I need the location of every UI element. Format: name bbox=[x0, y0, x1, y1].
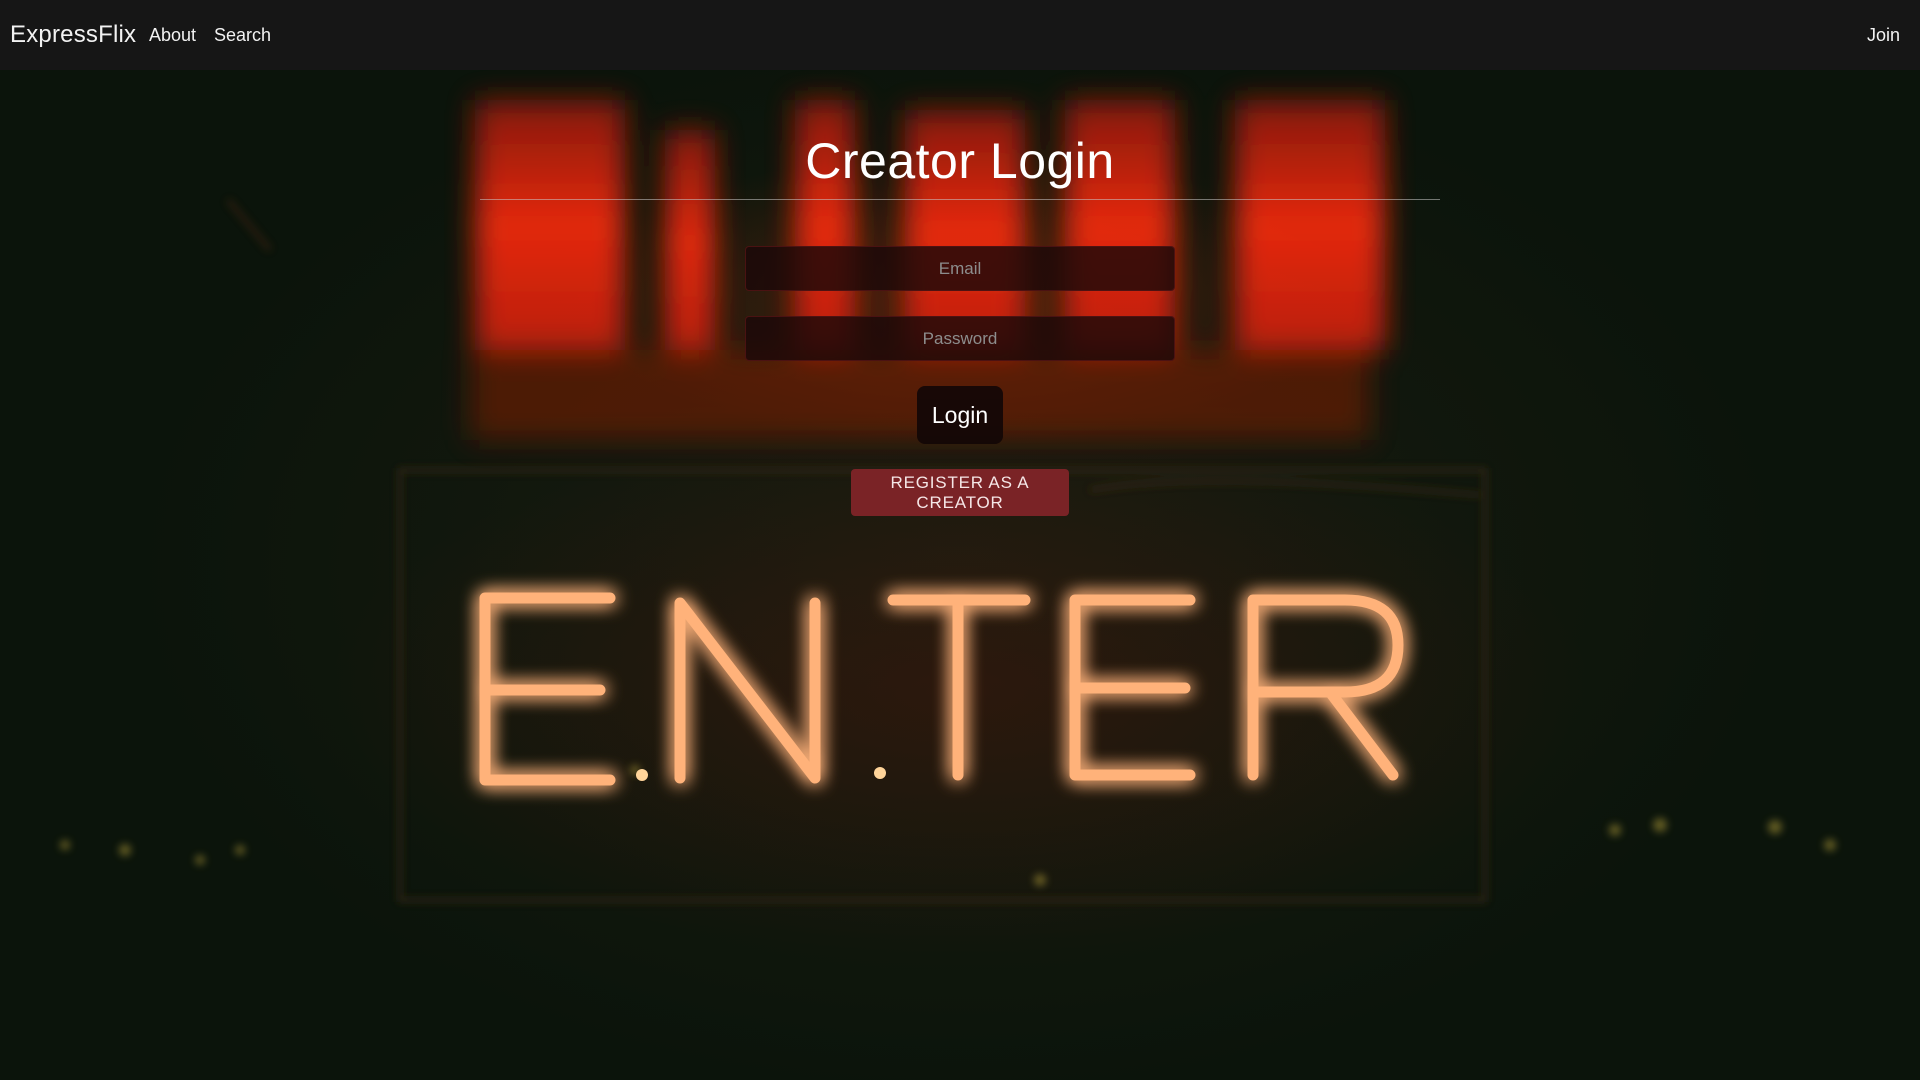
nav-link-search[interactable]: Search bbox=[214, 0, 271, 70]
title-divider bbox=[480, 199, 1440, 200]
brand-logo[interactable]: ExpressFlix bbox=[10, 0, 136, 70]
nav-link-about[interactable]: About bbox=[149, 0, 196, 70]
nav-link-join[interactable]: Join bbox=[1867, 0, 1900, 70]
password-field[interactable] bbox=[745, 316, 1175, 361]
register-creator-button[interactable]: REGISTER AS A CREATOR bbox=[851, 469, 1069, 516]
navbar: ExpressFlix About Search Join bbox=[0, 0, 1920, 70]
login-button[interactable]: Login bbox=[917, 386, 1003, 444]
email-field[interactable] bbox=[745, 246, 1175, 291]
page-title: Creator Login bbox=[805, 133, 1115, 189]
login-hero: Creator Login Login REGISTER AS A CREATO… bbox=[0, 70, 1920, 1080]
enter-neon-sign bbox=[479, 592, 1404, 786]
